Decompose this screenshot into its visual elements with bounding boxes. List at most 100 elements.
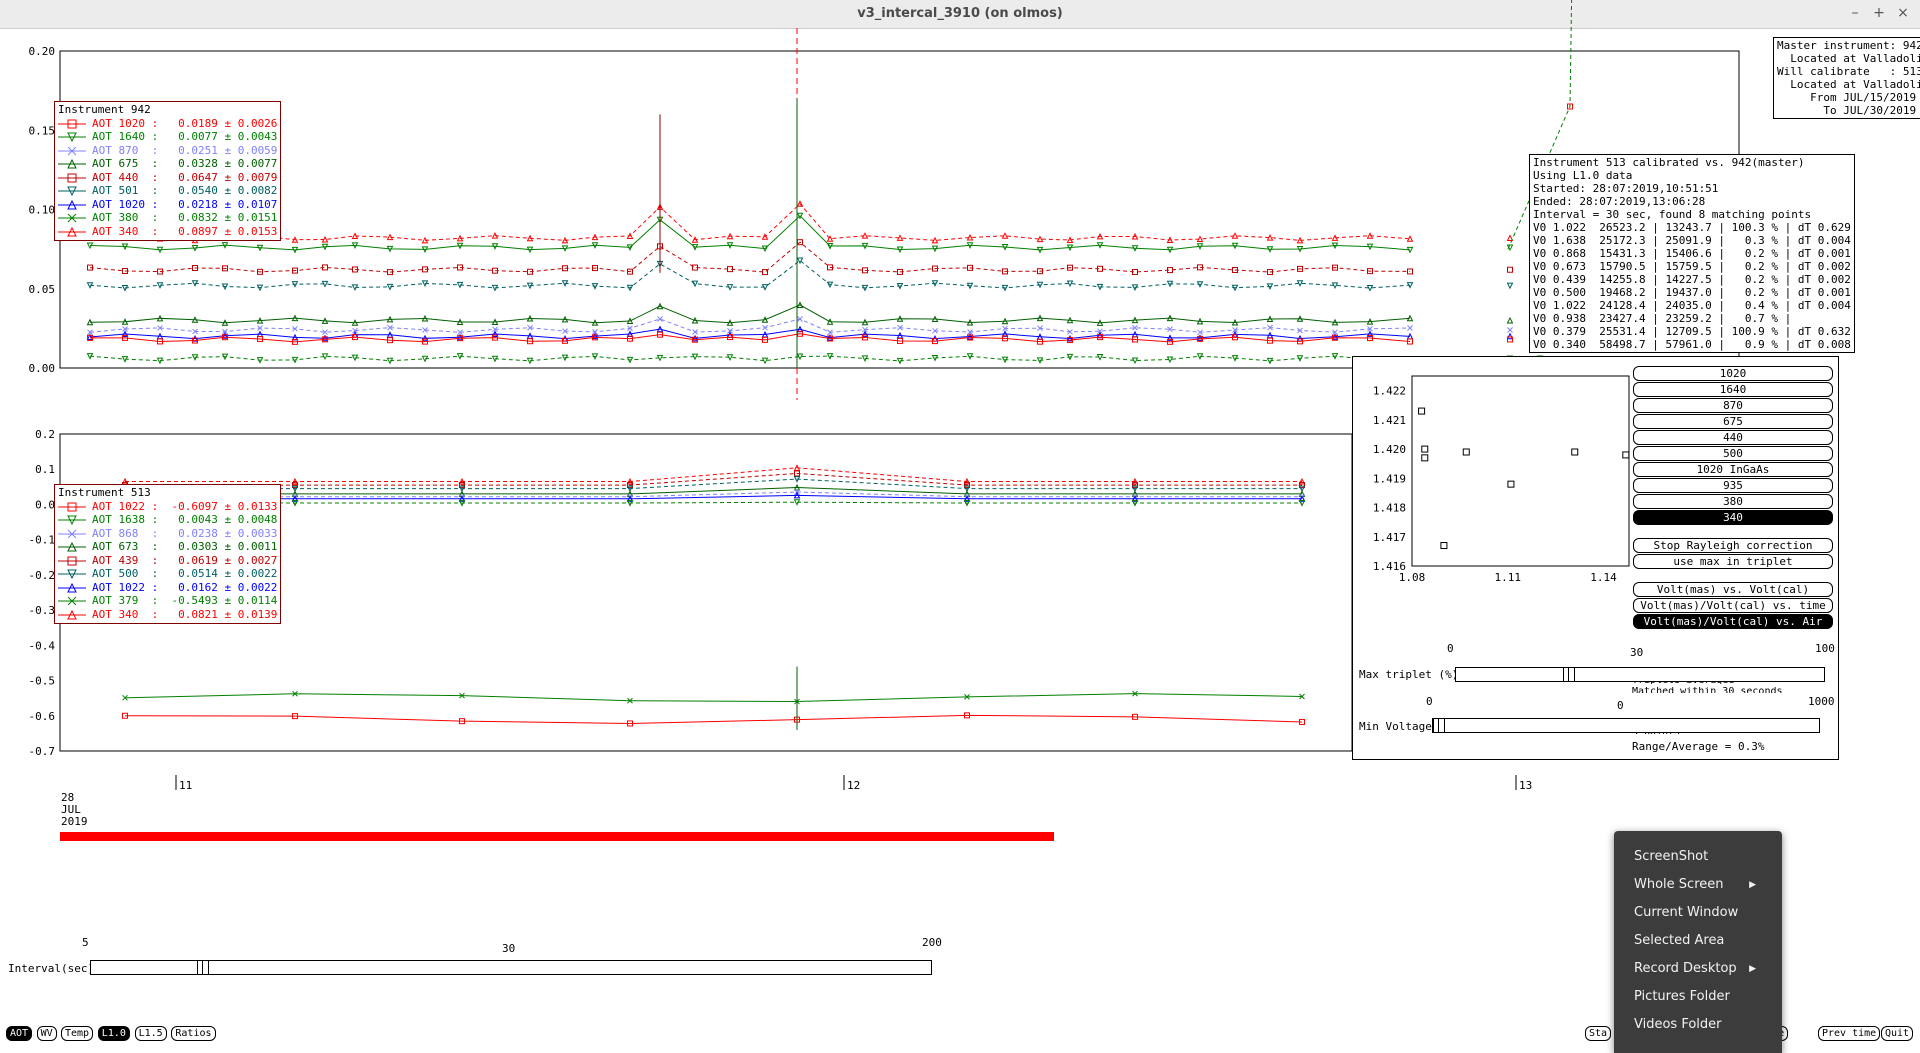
bottom-button-ratios[interactable]: Ratios: [171, 1026, 216, 1041]
legend-text: AOT 501 : 0.0540 ± 0.0082: [92, 184, 278, 197]
menu-item-pictures-folder[interactable]: Pictures Folder: [1634, 989, 1730, 1004]
bottom-ytick-label: 0.0: [35, 498, 55, 511]
legend-symbol: [58, 609, 86, 619]
marker-tri-down: [351, 354, 359, 362]
menu-item-screenshot[interactable]: ScreenShot: [1634, 849, 1708, 864]
bottom-button-l15[interactable]: L1.5: [134, 1026, 167, 1041]
legend-text: AOT 1638 : 0.0043 ± 0.0048: [92, 513, 278, 526]
option-button-1[interactable]: use max in triplet: [1633, 554, 1833, 569]
legend-symbol: [58, 226, 86, 236]
bottom-button-sta[interactable]: Sta: [1585, 1026, 1612, 1041]
top-ytick-label: 0.15: [29, 124, 56, 137]
legend-entry: AOT 500 : 0.0514 ± 0.0022: [58, 567, 277, 581]
option-button-0[interactable]: Stop Rayleigh correction: [1633, 538, 1833, 553]
screenshot-context-menu: ScreenShot Whole Screen ▶ Current Window Sel…: [1614, 831, 1782, 1053]
bottom-button-aot[interactable]: AOT: [6, 1026, 33, 1041]
legend-symbol: [58, 529, 86, 538]
bottom-button-wv[interactable]: WV: [36, 1026, 57, 1041]
bottom-ytick-label: -0.2: [29, 569, 56, 582]
calibration-line: V0 0.500 19468.2 | 19437.0 | 0.2 % | dT …: [1533, 286, 1851, 299]
calibration-line: V0 0.340 58498.7 | 57961.0 | 0.9 % | dT …: [1533, 338, 1851, 351]
top-series-line: [89, 304, 1411, 324]
master-info-line: To JUL/30/2019: [1777, 104, 1917, 117]
menu-item-current-window[interactable]: Current Window: [1634, 905, 1738, 920]
bottom-ytick-label: -0.7: [29, 745, 56, 758]
max-triplet-max-label: 100: [1815, 642, 1835, 655]
bottom-button-l10[interactable]: L1.0: [97, 1026, 130, 1041]
bottom-button-temp[interactable]: Temp: [61, 1026, 94, 1041]
legend-symbol: [58, 582, 86, 592]
time-range-bar[interactable]: [60, 832, 1054, 841]
marker-x: [1407, 325, 1413, 331]
calibration-line: Started: 28:07:2019,10:51:51: [1533, 182, 1719, 195]
marker-tri-up: [931, 236, 939, 244]
menu-item-whole-screen[interactable]: Whole Screen: [1634, 877, 1723, 892]
legend-title: Instrument 513: [58, 486, 151, 499]
legend-text: AOT 1640 : 0.0077 ± 0.0043: [92, 130, 278, 143]
legend-symbol: [58, 173, 86, 182]
marker-tri-down: [656, 354, 664, 362]
marker-tri-up: [1196, 235, 1204, 243]
min-voltage-mid-label: 0: [1617, 699, 1624, 712]
legend-text: AOT 439 : 0.0619 ± 0.0027: [92, 553, 278, 567]
legend-entry: AOT 440 : 0.0647 ± 0.0079: [58, 171, 277, 185]
bottom-series-line: [125, 501, 1302, 504]
legend-symbol: [58, 199, 86, 209]
wavelength-button-340[interactable]: 340: [1633, 510, 1833, 525]
interval-slider-thumb[interactable]: [197, 960, 210, 975]
submenu-arrow-icon: ▶: [1749, 964, 1756, 974]
wavelength-button-935[interactable]: 935: [1633, 478, 1833, 493]
legend-text: AOT 1020 : 0.0189 ± 0.0026: [92, 116, 278, 130]
min-voltage-slider[interactable]: [1432, 718, 1820, 733]
wavelength-button-870[interactable]: 870: [1633, 398, 1833, 413]
marker-tri-up: [1266, 233, 1274, 241]
legend-entry: AOT 379 : -0.5493 ± 0.0114: [58, 594, 277, 608]
mode-button-1[interactable]: Volt(mas)/Volt(cal) vs. time: [1633, 598, 1833, 613]
bottom-series-line: [125, 478, 1302, 490]
legend-text: AOT 870 : 0.0251 ± 0.0059: [92, 143, 278, 157]
legend-instrument-942: Instrument 942 AOT 1020 : 0.0189 ± 0.0026…: [54, 101, 282, 241]
master-info-line: From JUL/15/2019: [1777, 91, 1917, 104]
mode-button-2[interactable]: Volt(mas)/Volt(cal) vs. Air Mass: [1633, 614, 1833, 641]
legend-text: AOT 1022 : -0.6097 ± 0.0133: [92, 499, 278, 513]
menu-item-record-desktop[interactable]: Record Desktop: [1634, 961, 1737, 976]
bottom-button-prev-time[interactable]: Prev time: [1818, 1026, 1881, 1041]
min-voltage-slider-thumb[interactable]: [1433, 718, 1445, 733]
calibration-line: Instrument 513 calibrated vs. 942(master…: [1533, 156, 1805, 169]
bottom-button-quit[interactable]: Quit: [1881, 1026, 1914, 1041]
wavelength-button-380[interactable]: 380: [1633, 494, 1833, 509]
interval-label: Interval(sec): [8, 962, 95, 975]
legend-text: AOT 500 : 0.0514 ± 0.0022: [92, 567, 278, 580]
interval-max-label: 200: [922, 936, 942, 949]
max-triplet-slider[interactable]: [1455, 667, 1825, 682]
marker-x: [1507, 327, 1513, 333]
legend-entry: AOT 501 : 0.0540 ± 0.0082: [58, 184, 277, 198]
legend-symbol: [58, 569, 86, 580]
marker-tri-up: [1231, 232, 1239, 239]
legend-entry: AOT 439 : 0.0619 ± 0.0027: [58, 554, 277, 568]
bottom-ytick-label: -0.5: [29, 675, 56, 688]
legend-instrument-513: Instrument 513 AOT 1022 : -0.6097 ± 0.013…: [54, 484, 282, 624]
wavelength-button-440[interactable]: 440: [1633, 430, 1833, 445]
calibration-line: V0 0.673 15790.5 | 15759.5 | 0.2 % | dT …: [1533, 260, 1851, 273]
marker-tri-down: [796, 353, 804, 361]
calibration-line: V0 0.379 25531.4 | 12709.5 | 100.9 % | d…: [1533, 325, 1851, 338]
menu-item-videos-folder[interactable]: Videos Folder: [1634, 1017, 1722, 1032]
wavelength-button-1640[interactable]: 1640: [1633, 382, 1833, 397]
max-triplet-slider-thumb[interactable]: [1562, 667, 1575, 682]
marker-tri-down: [1331, 282, 1339, 290]
interval-slider[interactable]: [90, 960, 932, 975]
legend-symbol: [58, 213, 86, 223]
marker-tri-down: [386, 283, 394, 291]
menu-item-selected-area[interactable]: Selected Area: [1634, 933, 1724, 948]
top-ytick-label: 0.05: [29, 283, 56, 296]
marker-tri-down: [691, 280, 699, 288]
mode-button-0[interactable]: Volt(mas) vs. Volt(cal): [1633, 582, 1833, 597]
wavelength-button-500[interactable]: 500: [1633, 446, 1833, 461]
master-info-line: Located at Valladolid: [1777, 78, 1920, 91]
wavelength-button-1020-ingaas[interactable]: 1020 InGaAs: [1633, 462, 1833, 477]
wavelength-button-1020[interactable]: 1020: [1633, 366, 1833, 381]
legend-entry: AOT 870 : 0.0251 ± 0.0059: [58, 144, 277, 158]
wavelength-button-675[interactable]: 675: [1633, 414, 1833, 429]
marker-tri-down: [1096, 353, 1104, 361]
